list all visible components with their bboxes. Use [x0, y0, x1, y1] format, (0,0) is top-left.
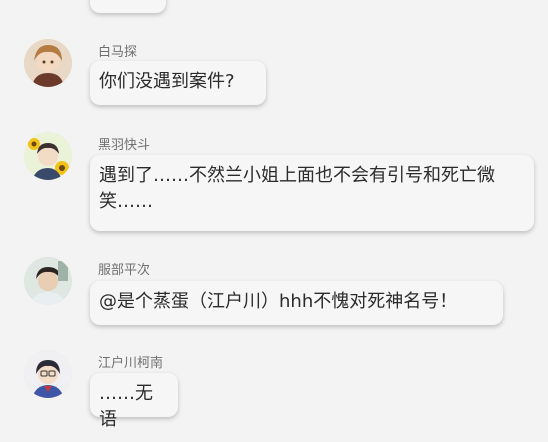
sender-name: 黑羽快斗: [98, 138, 151, 153]
avatar[interactable]: [24, 257, 72, 305]
message-bubble[interactable]: 遇到了……不然兰小姐上面也不会有引号和死亡微笑……: [90, 155, 534, 231]
sender-name: 白马探: [98, 45, 138, 60]
sender-name: 服部平次: [98, 263, 151, 278]
avatar[interactable]: [24, 39, 72, 87]
avatar-image: [24, 39, 72, 87]
message-bubble-partial: [90, 0, 166, 13]
message-bubble[interactable]: @是个蒸蛋（江户川）hhh不愧对死神名号！: [90, 281, 503, 325]
message-bubble[interactable]: ……无语: [90, 373, 178, 430]
message-text: 遇到了……不然兰小姐上面也不会有引号和死亡微笑……: [99, 165, 495, 212]
message-text: ……无语: [99, 383, 153, 430]
avatar[interactable]: [24, 132, 72, 180]
message-text: 你们没遇到案件?: [99, 71, 235, 92]
avatar[interactable]: [24, 350, 72, 398]
scroll-edge: [542, 0, 548, 442]
avatar-image: [24, 350, 72, 398]
avatar-image: [24, 257, 72, 305]
chat-message-list: 白马探 你们没遇到案件? 黑羽快斗 遇到了……不然兰小姐上面也不会有引号和死亡微…: [0, 0, 548, 442]
message-text: @是个蒸蛋（江户川）hhh不愧对死神名号！: [99, 291, 458, 312]
sender-name: 江户川柯南: [98, 356, 164, 371]
avatar-image: [24, 132, 72, 180]
message-bubble[interactable]: 你们没遇到案件?: [90, 61, 266, 105]
